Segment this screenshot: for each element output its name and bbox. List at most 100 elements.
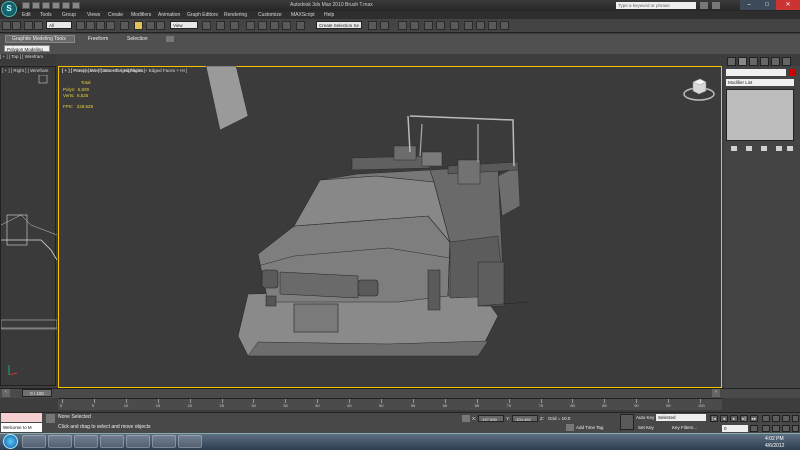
- fov-icon[interactable]: [782, 425, 790, 432]
- keyboard-shortcut-icon[interactable]: [230, 21, 239, 30]
- modifier-list-dropdown[interactable]: Modifier List: [726, 79, 794, 86]
- material-editor-icon[interactable]: [450, 21, 459, 30]
- menu-help[interactable]: Help: [324, 12, 334, 18]
- selection-lock-icon[interactable]: [46, 414, 55, 423]
- viewcube-icon[interactable]: [682, 76, 716, 104]
- auto-key-button[interactable]: Auto Key: [636, 415, 654, 420]
- maxscript-listener-input[interactable]: [1, 413, 42, 422]
- select-and-move-icon[interactable]: [120, 21, 129, 30]
- menu-customize[interactable]: Customize: [258, 12, 282, 18]
- minimize-button[interactable]: –: [740, 0, 758, 10]
- rectangular-selection-icon[interactable]: [96, 21, 105, 30]
- reference-coordinate-dropdown[interactable]: View: [170, 21, 198, 29]
- object-name-field[interactable]: [726, 69, 786, 76]
- select-by-name-icon[interactable]: [86, 21, 95, 30]
- named-selection-dropdown[interactable]: Create Selection Se: [316, 21, 362, 29]
- remove-modifier-icon[interactable]: [775, 145, 783, 152]
- goto-end-icon[interactable]: ▸▸: [750, 415, 758, 422]
- absolute-mode-icon[interactable]: [462, 415, 470, 422]
- y-coordinate-field[interactable]: -104.462: [512, 415, 538, 422]
- save-file-icon[interactable]: [42, 2, 50, 9]
- taskbar-chrome-icon[interactable]: [74, 435, 98, 448]
- taskbar-media-icon[interactable]: [178, 435, 202, 448]
- menu-edit[interactable]: Edit: [22, 12, 31, 18]
- time-prev-icon[interactable]: ‹: [2, 389, 10, 397]
- taskbar-viewer-icon[interactable]: [126, 435, 150, 448]
- set-key-button[interactable]: Set Key: [638, 425, 654, 430]
- time-slider[interactable]: [0, 388, 800, 398]
- window-crossing-icon[interactable]: [106, 21, 115, 30]
- time-config-icon[interactable]: [750, 425, 758, 432]
- percent-snap-icon[interactable]: [270, 21, 279, 30]
- display-tab-icon[interactable]: [771, 57, 780, 66]
- time-slider-thumb[interactable]: 0 / 100: [22, 389, 52, 397]
- tab-freeform[interactable]: Freeform: [88, 36, 108, 42]
- render-production-icon[interactable]: [488, 21, 497, 30]
- curve-editor-icon[interactable]: [424, 21, 433, 30]
- start-button-icon[interactable]: [3, 434, 18, 449]
- show-end-result-icon[interactable]: [745, 145, 753, 152]
- set-key-icon[interactable]: [620, 414, 634, 430]
- select-object-icon[interactable]: [76, 21, 85, 30]
- menu-modifiers[interactable]: Modifiers: [131, 12, 151, 18]
- modify-tab-icon[interactable]: [738, 57, 747, 66]
- taskbar-explorer-icon[interactable]: [22, 435, 46, 448]
- viewport-top[interactable]: [ + ] [ Top ] [ Wirefram: [0, 54, 56, 64]
- app-logo-icon[interactable]: S: [1, 1, 17, 17]
- tab-graphite-modeling-tools[interactable]: Graphite Modeling Tools: [12, 36, 66, 42]
- unlink-icon[interactable]: [34, 21, 43, 30]
- motion-tab-icon[interactable]: [760, 57, 769, 66]
- snaps-toggle-icon[interactable]: [246, 21, 255, 30]
- clock-time[interactable]: 4:02 PM: [765, 436, 784, 442]
- taskbar-app-icon[interactable]: [152, 435, 176, 448]
- new-file-icon[interactable]: [22, 2, 30, 9]
- pan-view-icon[interactable]: [762, 425, 770, 432]
- orbit-icon[interactable]: [772, 425, 780, 432]
- help-icon[interactable]: [712, 2, 720, 9]
- layer-manager-icon[interactable]: [398, 21, 407, 30]
- align-icon[interactable]: [380, 21, 389, 30]
- truck-model[interactable]: [58, 66, 722, 388]
- viewport-right[interactable]: [ + ] [ Right ] [ Wirefram: [0, 66, 57, 386]
- menu-views[interactable]: Views: [87, 12, 100, 18]
- schematic-view-icon[interactable]: [436, 21, 445, 30]
- modifier-stack[interactable]: [726, 89, 794, 141]
- link-icon[interactable]: [24, 21, 33, 30]
- spinner-snap-icon[interactable]: [282, 21, 291, 30]
- viewport-top-label[interactable]: [ + ] [ Top ] [ Wirefram: [0, 54, 43, 59]
- tab-selection[interactable]: Selection: [127, 36, 148, 42]
- menu-graph-editors[interactable]: Graph Editors: [187, 12, 218, 18]
- zoom-icon[interactable]: [762, 415, 770, 422]
- system-tray-icons[interactable]: [743, 438, 761, 445]
- render-teapot-icon[interactable]: [500, 21, 509, 30]
- menu-maxscript[interactable]: MAXScript: [291, 12, 315, 18]
- taskbar-media-player-icon[interactable]: [48, 435, 72, 448]
- maxscript-listener-output[interactable]: Welcome to M: [1, 423, 42, 432]
- search-icon[interactable]: [700, 2, 708, 9]
- utilities-tab-icon[interactable]: [782, 57, 791, 66]
- zoom-extents-all-icon[interactable]: [792, 415, 799, 422]
- pin-stack-icon[interactable]: [730, 145, 738, 152]
- undo-icon[interactable]: [52, 2, 60, 9]
- angle-snap-icon[interactable]: [258, 21, 267, 30]
- play-icon[interactable]: ▸: [730, 415, 738, 422]
- zoom-extents-icon[interactable]: [782, 415, 790, 422]
- undo-icon[interactable]: [2, 21, 11, 30]
- viewport-right-label[interactable]: [ + ] [ Right ] [ Wirefram: [1, 67, 55, 74]
- search-input[interactable]: Type a keyword or phrase: [616, 2, 696, 9]
- time-tag-icon[interactable]: [566, 424, 574, 431]
- polygon-modeling-button[interactable]: Polygon Modeling: [4, 45, 50, 52]
- maximize-viewport-icon[interactable]: [792, 425, 799, 432]
- open-file-icon[interactable]: [32, 2, 40, 9]
- rotate-icon[interactable]: [146, 21, 155, 30]
- select-manipulate-icon[interactable]: [216, 21, 225, 30]
- menu-group[interactable]: Group: [62, 12, 76, 18]
- maximize-button[interactable]: □: [758, 0, 776, 10]
- redo-icon[interactable]: [62, 2, 70, 9]
- menu-animation[interactable]: Animation: [158, 12, 180, 18]
- x-coordinate-field[interactable]: -197.830: [478, 415, 504, 422]
- redo-icon[interactable]: [12, 21, 21, 30]
- rendered-frame-icon[interactable]: [476, 21, 485, 30]
- move-gizmo-icon[interactable]: [134, 21, 143, 30]
- configure-modifier-sets-icon[interactable]: [786, 145, 794, 152]
